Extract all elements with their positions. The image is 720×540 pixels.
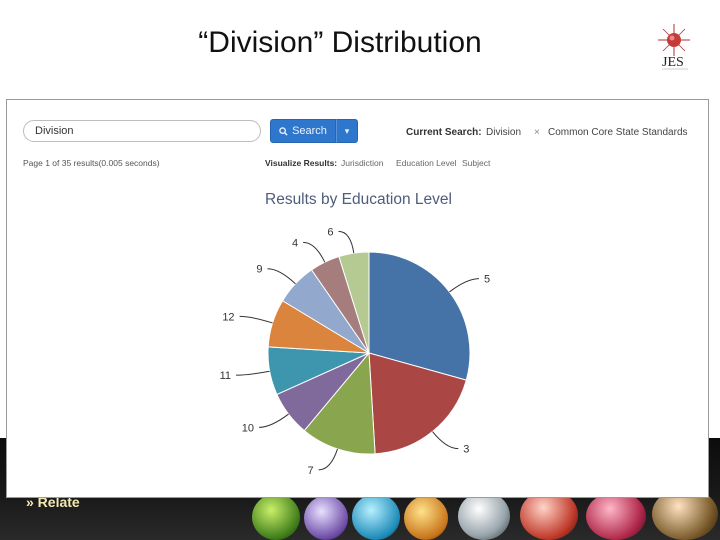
pie-connector-4 [303, 241, 326, 263]
pie-connector-12 [239, 315, 273, 324]
marble-violet [304, 496, 348, 540]
slide-title: “Division” Distribution [198, 26, 482, 59]
pie-label-4: 4 [292, 237, 298, 249]
pie-connector-7 [318, 448, 338, 471]
marble-crimson [586, 492, 646, 540]
pie-label-10: 10 [242, 422, 254, 434]
search-screenshot: Division Search ▾ Current Search: Divisi… [6, 99, 709, 498]
pie-label-7: 7 [308, 465, 314, 477]
pie-chart: Results by Education Level 5 3 7 10 11 12 9 4 6 [220, 191, 490, 477]
chart-title: Results by Education Level [265, 191, 452, 208]
pie-connector-6 [338, 230, 355, 254]
logo-text: JES [662, 55, 684, 70]
pie-label-5: 5 [484, 274, 490, 286]
pie-label-12: 12 [222, 311, 234, 323]
pie-label-9: 9 [256, 264, 262, 276]
marble-clear [458, 492, 510, 540]
pie-label-11: 11 [220, 370, 231, 382]
marble-blue [352, 494, 400, 540]
pie-connector-10 [259, 413, 289, 428]
pie-connector-3 [432, 431, 459, 450]
pie-connector-11 [236, 370, 270, 376]
education-level-chart: Results by Education Level 5 3 7 10 11 12 9 4 6 [7, 100, 708, 497]
marble-green [252, 494, 300, 540]
jes-logo: JES [652, 22, 702, 78]
pie-connector-9 [267, 268, 296, 285]
pie-label-6: 6 [327, 226, 333, 238]
pie-connector-5 [449, 278, 479, 293]
pie-label-3: 3 [463, 444, 469, 456]
marble-orange [404, 496, 448, 540]
